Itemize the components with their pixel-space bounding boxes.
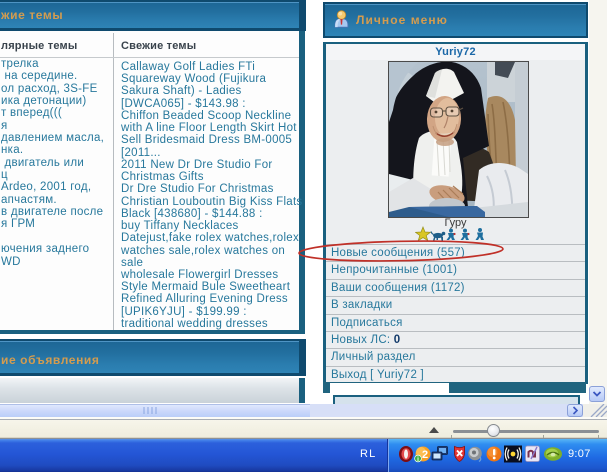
svg-text:2: 2 — [422, 449, 428, 461]
svg-text:i: i — [417, 456, 419, 463]
